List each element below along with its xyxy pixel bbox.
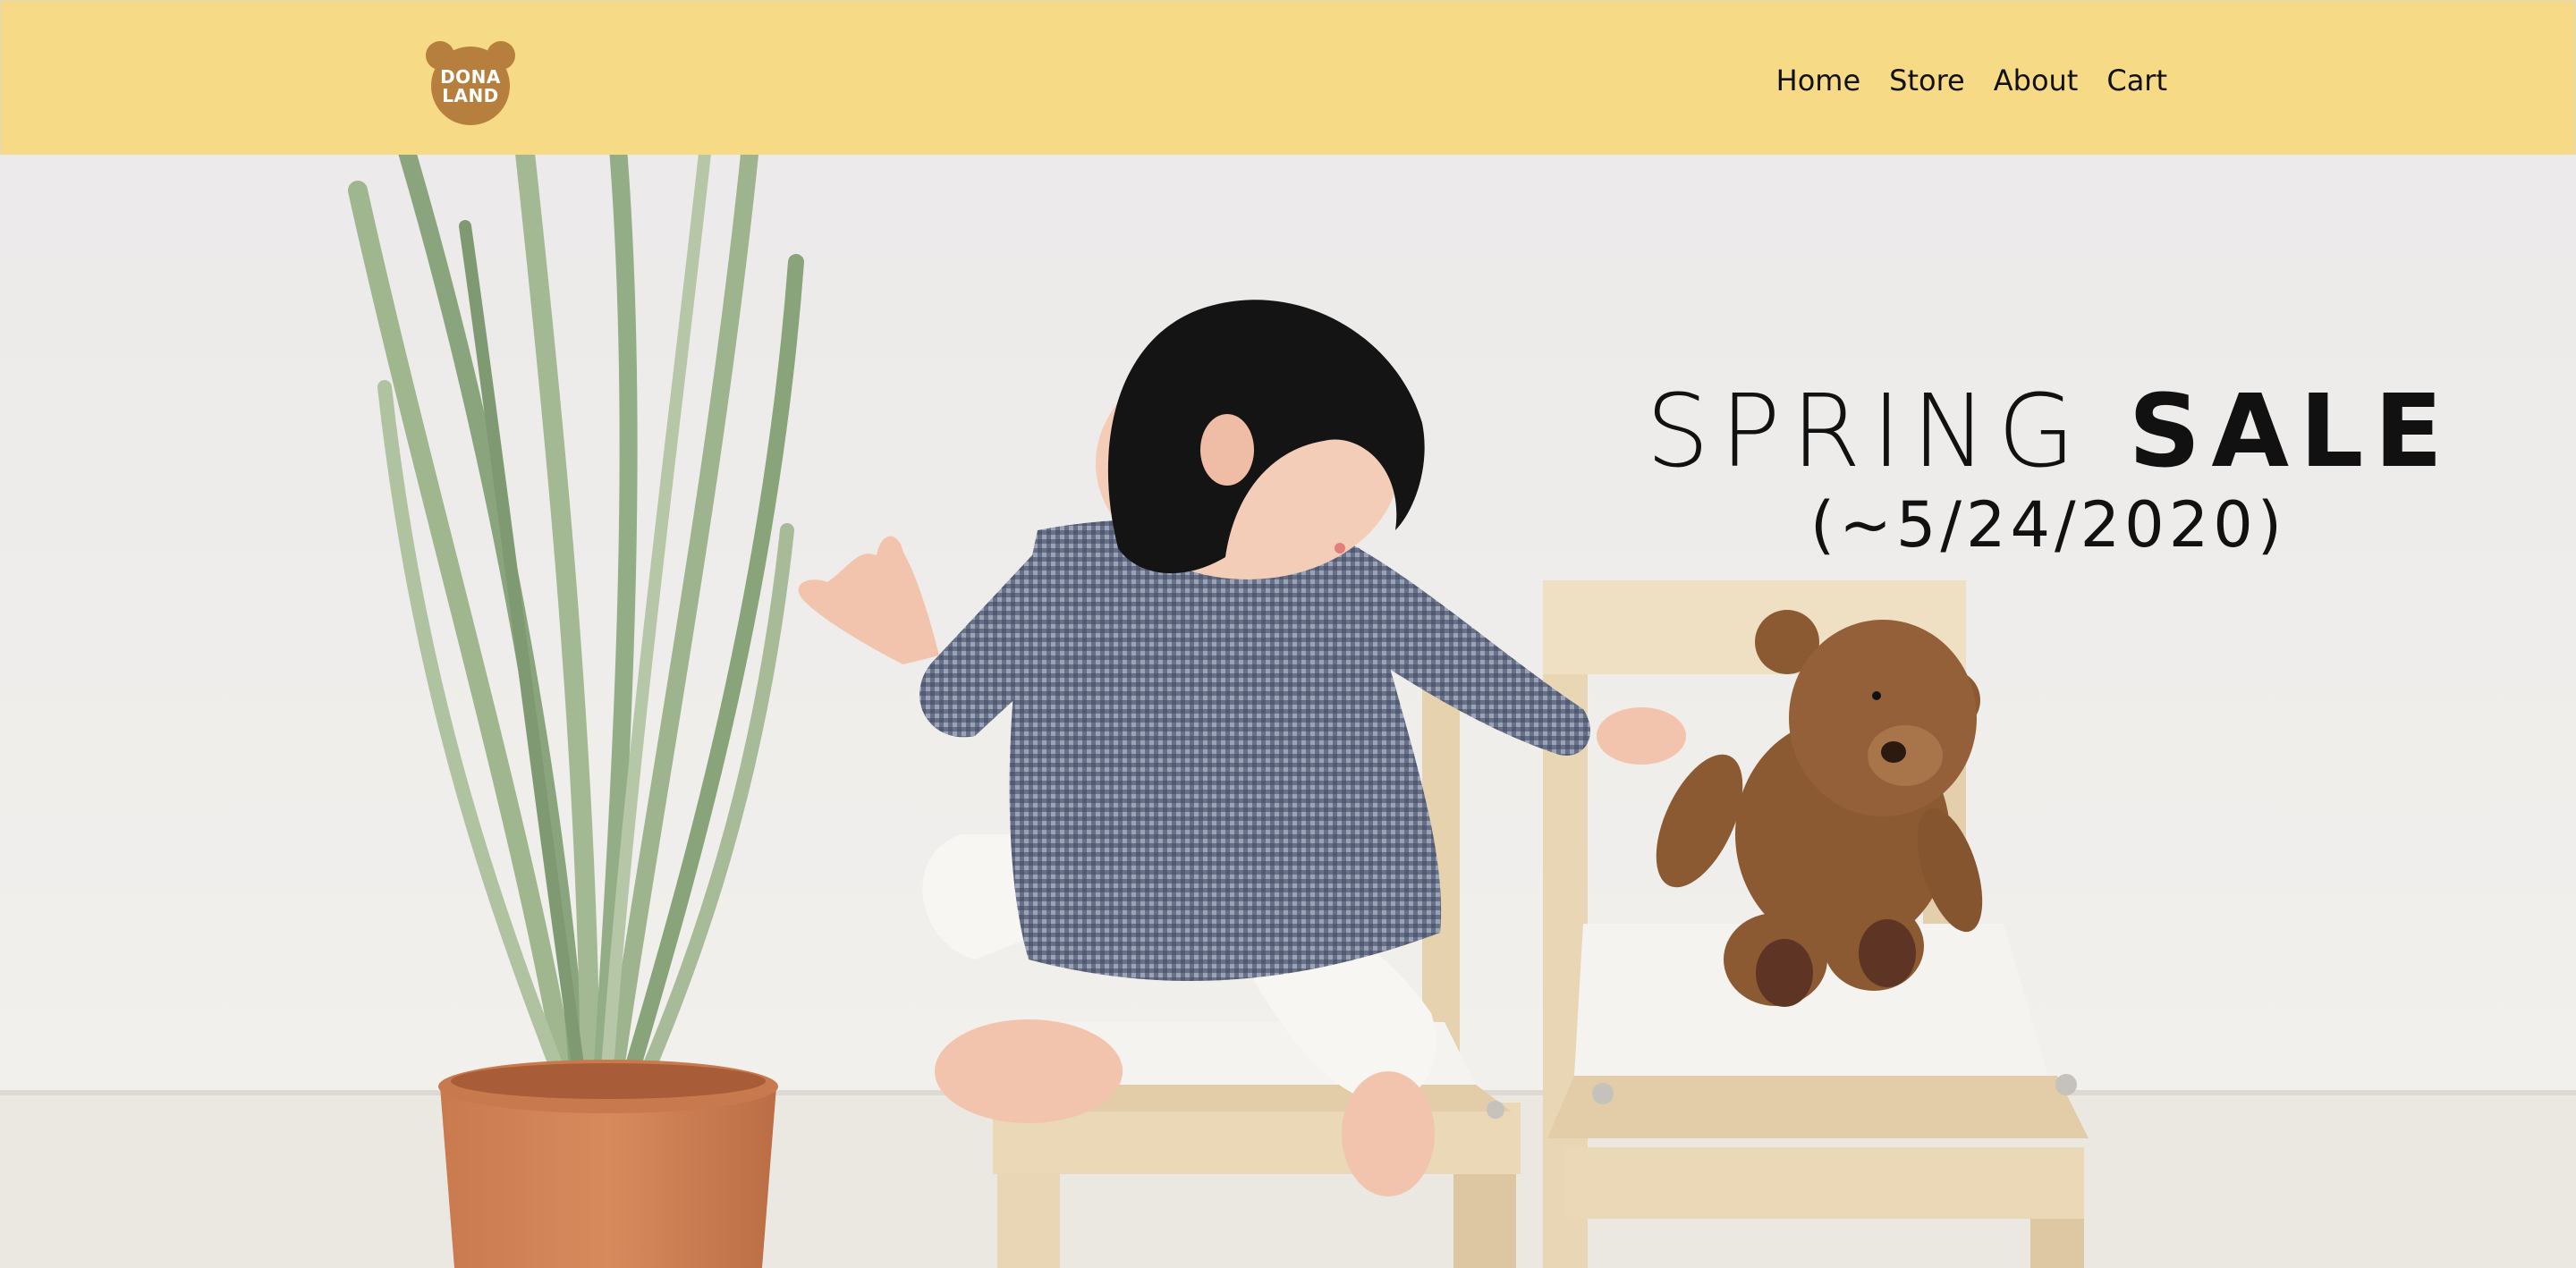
- sale-headline-sale: SALE: [2128, 374, 2453, 490]
- nav-home[interactable]: Home: [1776, 61, 1861, 100]
- sale-date: (~5/24/2020): [1809, 488, 2287, 562]
- brand-logo[interactable]: DONA LAND: [424, 38, 517, 125]
- site-header: DONA LAND Home Store About Cart: [0, 0, 2576, 155]
- hero-photo: [0, 155, 2576, 1268]
- brand-wordmark: DONA LAND: [424, 68, 517, 106]
- nav-store[interactable]: Store: [1889, 61, 1965, 100]
- sale-headline: SPRING SALE: [1646, 378, 2451, 486]
- nav-cart[interactable]: Cart: [2106, 61, 2167, 100]
- brand-line-2: LAND: [442, 85, 499, 106]
- plant-pot: [440, 1086, 776, 1268]
- hero-banner: SPRING SALE (~5/24/2020): [0, 155, 2576, 1268]
- sale-announcement: SPRING SALE (~5/24/2020): [1646, 378, 2451, 561]
- nav-about[interactable]: About: [1994, 61, 2079, 100]
- brand-line-1: DONA: [440, 66, 501, 88]
- sale-headline-spring: SPRING: [1646, 374, 2087, 490]
- main-nav: Home Store About Cart: [1776, 61, 2167, 100]
